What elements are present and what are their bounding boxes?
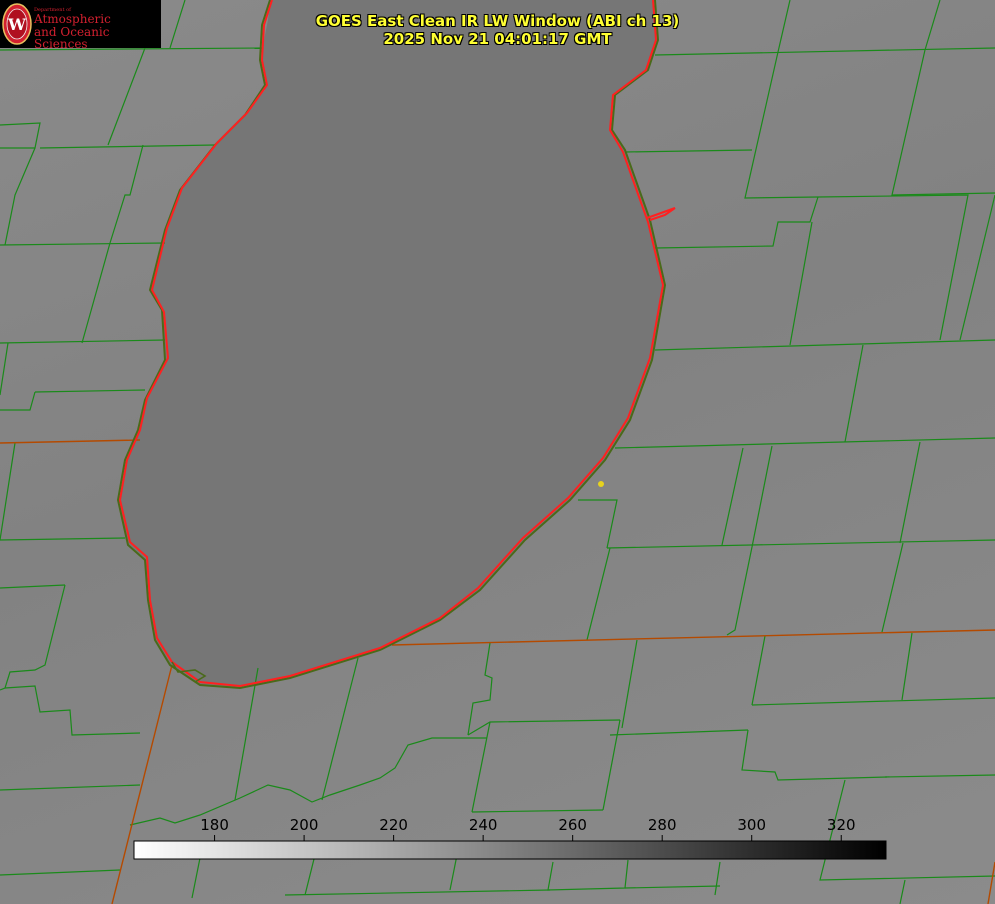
colorbar-gradient [133,840,887,860]
colorbar-ticks: 180 200 220 240 260 280 300 320 [200,816,856,841]
colorbar-tick-label: 260 [558,816,587,834]
colorbar-tick-label: 220 [379,816,408,834]
colorbar: 180 200 220 240 260 280 300 320 [133,816,887,860]
colorbar-tick-label: 320 [827,816,856,834]
colorbar-tick-label: 200 [290,816,319,834]
colorbar-tick-label: 180 [200,816,229,834]
colorbar-tick-label: 280 [648,816,677,834]
satellite-image: W Department of Atmospheric and Oceanic … [0,0,995,904]
colorbar-tick-label: 300 [737,816,766,834]
colorbar-tick-label: 240 [469,816,498,834]
